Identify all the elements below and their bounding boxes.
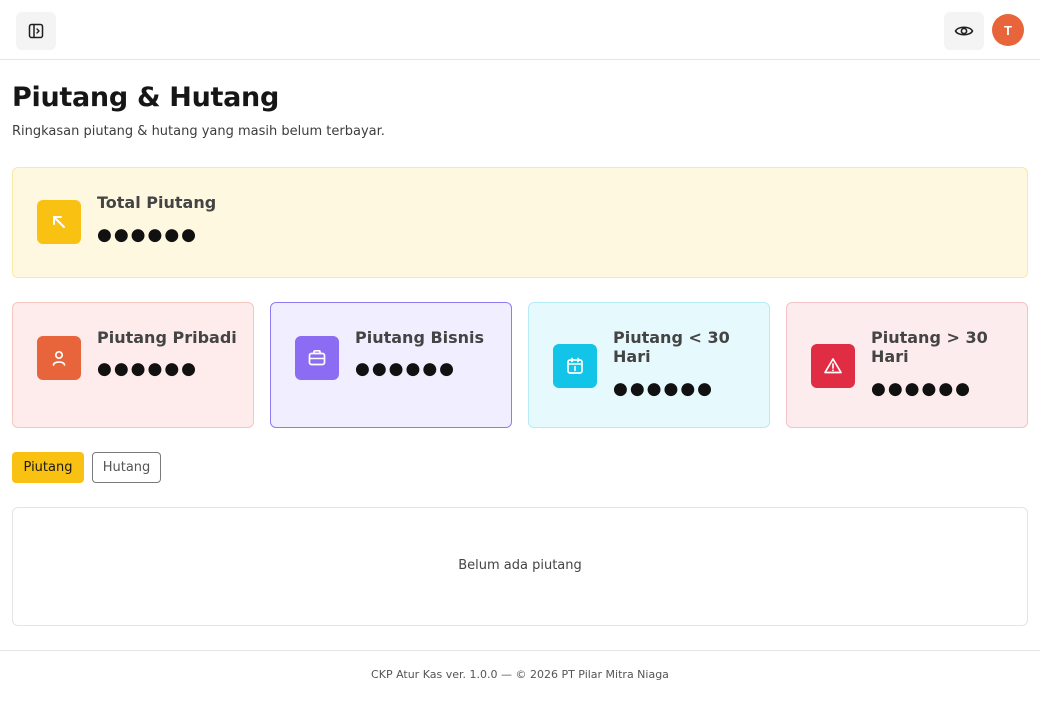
sidebar-toggle-button[interactable] [16,12,56,50]
eye-icon [954,21,974,41]
top-bar: T [0,0,1040,60]
total-piutang-card: Total Piutang ●●●●●● [12,167,1028,278]
piutang-list-panel: Belum ada piutang [12,507,1028,626]
piutang-under-30-label: Piutang < 30 Hari [613,328,730,366]
piutang-bisnis-card: Piutang Bisnis ●●●●●● [270,302,512,428]
toggle-visibility-button[interactable] [944,12,984,50]
calendar-icon [553,344,597,388]
warning-icon [811,344,855,388]
tab-piutang[interactable]: Piutang [12,452,84,483]
tab-hutang[interactable]: Hutang [92,452,161,483]
footer-text: CKP Atur Kas ver. 1.0.0 — © 2026 PT Pila… [371,668,669,681]
user-icon [37,336,81,380]
total-piutang-label: Total Piutang [97,193,217,212]
empty-state-message: Belum ada piutang [458,558,582,573]
briefcase-icon [295,336,339,380]
piutang-over-30-value: ●●●●●● [871,379,973,399]
page-subtitle: Ringkasan piutang & hutang yang masih be… [12,124,385,139]
piutang-over-30-card: Piutang > 30 Hari ●●●●●● [786,302,1028,428]
piutang-under-30-value: ●●●●●● [613,379,715,399]
piutang-over-30-label: Piutang > 30 Hari [871,328,988,366]
piutang-bisnis-label: Piutang Bisnis [355,328,485,347]
piutang-bisnis-value: ●●●●●● [355,359,457,379]
piutang-pribadi-card: Piutang Pribadi ●●●●●● [12,302,254,428]
piutang-under-30-card: Piutang < 30 Hari ●●●●●● [528,302,770,428]
total-piutang-value: ●●●●●● [97,225,199,245]
sidebar-toggle-icon [28,23,44,39]
user-avatar[interactable]: T [992,14,1024,46]
piutang-pribadi-label: Piutang Pribadi [97,328,237,347]
page-title: Piutang & Hutang [12,82,279,113]
piutang-pribadi-value: ●●●●●● [97,359,199,379]
arrow-up-left-icon [37,200,81,244]
footer-divider [0,650,1040,651]
